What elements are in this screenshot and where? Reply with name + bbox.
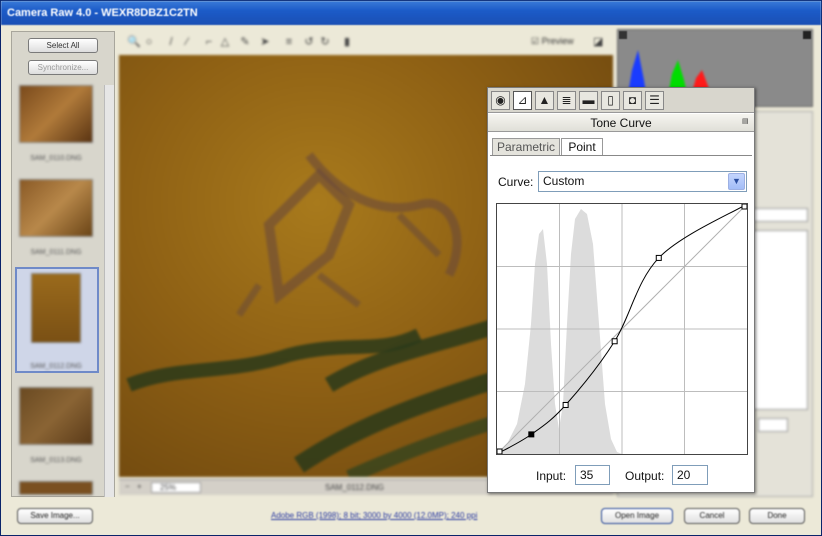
input-label: Input:	[536, 469, 567, 483]
color-sampler-icon[interactable]: ⁄	[181, 36, 193, 48]
thumbnail-label: SAM_0110.DNG	[30, 155, 82, 162]
thumbnail-image[interactable]	[19, 85, 93, 143]
thumbnail-label: SAM_0111.DNG	[30, 249, 82, 256]
output-field[interactable]: 20	[672, 465, 708, 485]
shadow-clipping-icon[interactable]	[619, 31, 627, 39]
preview-checkbox[interactable]: ☑ Preview	[531, 36, 574, 47]
camera-calibration-icon[interactable]: ◘	[623, 91, 642, 110]
lens-correction-icon[interactable]: ▯	[601, 91, 620, 110]
zoom-tool-icon[interactable]: 🔍	[127, 36, 141, 48]
hsl-icon[interactable]: ≣	[557, 91, 576, 110]
presets-icon[interactable]: ☰	[645, 91, 664, 110]
curve-point[interactable]	[655, 254, 662, 261]
thumbnail-image[interactable]	[19, 179, 93, 237]
done-button[interactable]: Done	[749, 508, 805, 524]
window-title: Camera Raw 4.0 - WEXR8DBZ1C2TN	[1, 1, 821, 25]
crop-tool-icon[interactable]: ⌐	[203, 36, 215, 48]
curve-point[interactable]	[496, 448, 503, 455]
hand-tool-icon[interactable]: ○	[143, 36, 155, 48]
zoom-out-icon[interactable]: −	[125, 482, 130, 491]
tab-point[interactable]: Point	[561, 138, 603, 156]
straighten-tool-icon[interactable]: △	[219, 36, 231, 48]
curve-point[interactable]	[741, 203, 748, 210]
tone-curve-icon[interactable]: ⊿	[513, 91, 532, 110]
camera-raw-window: Camera Raw 4.0 - WEXR8DBZ1C2TN Select Al…	[0, 0, 822, 536]
tab-divider	[490, 155, 752, 156]
thumbnail-label: SAM_0112.DNG	[30, 363, 82, 370]
panel-title: Tone Curve	[488, 114, 754, 132]
curve-point[interactable]	[562, 401, 569, 408]
thumbnail-image[interactable]	[19, 387, 93, 445]
tone-curve-graph[interactable]	[496, 203, 748, 455]
panel-menu-icon[interactable]: ▤	[742, 118, 750, 126]
tone-curve-svg[interactable]	[496, 203, 748, 455]
curve-label: Curve:	[498, 175, 534, 189]
zoom-in-icon[interactable]: +	[137, 482, 142, 491]
curve-select-value: Custom	[543, 174, 585, 188]
thumbnail-label: SAM_0113.DNG	[30, 457, 82, 464]
split-toning-icon[interactable]: ▬	[579, 91, 598, 110]
output-label: Output:	[625, 469, 665, 483]
select-all-button[interactable]: Select All	[28, 38, 98, 53]
detail-icon[interactable]: ▲	[535, 91, 554, 110]
basic-icon[interactable]: ◉	[491, 91, 510, 110]
panel-tab-bar: ◉ ⊿ ▲ ≣ ▬ ▯ ◘ ☰	[488, 88, 754, 113]
open-image-button[interactable]: Open Image	[601, 508, 673, 524]
trash-icon[interactable]: ▮	[341, 36, 353, 48]
white-balance-tool-icon[interactable]: /	[165, 36, 177, 48]
zoom-select[interactable]: 25%	[151, 482, 201, 493]
fullscreen-icon[interactable]: ◪	[593, 35, 603, 48]
rotate-right-icon[interactable]: ↻	[319, 36, 331, 48]
cancel-button[interactable]: Cancel	[684, 508, 740, 524]
tone-curve-panel: ◉ ⊿ ▲ ≣ ▬ ▯ ◘ ☰ Tone Curve ▤ Parametric …	[487, 87, 755, 493]
input-field[interactable]: 35	[575, 465, 610, 485]
tab-parametric[interactable]: Parametric	[492, 138, 560, 156]
thumbnail-image[interactable]	[19, 481, 93, 495]
chevron-down-icon[interactable]: ▼	[728, 173, 745, 190]
curve-point[interactable]	[528, 431, 535, 438]
preview-label: Preview	[541, 36, 574, 46]
synchronize-button[interactable]: Synchronize...	[28, 60, 98, 75]
save-image-button[interactable]: Save Image...	[17, 508, 93, 524]
preferences-icon[interactable]: ≡	[283, 36, 295, 48]
retouch-tool-icon[interactable]: ✎	[239, 36, 251, 48]
curve-select[interactable]: Custom ▼	[538, 171, 747, 192]
status-filename: SAM_0112.DNG	[325, 483, 384, 492]
workflow-options-link[interactable]: Adobe RGB (1998); 8 bit; 3000 by 4000 (1…	[271, 511, 477, 520]
highlight-clipping-icon[interactable]	[803, 31, 811, 39]
rotate-left-icon[interactable]: ↺	[303, 36, 315, 48]
curve-point[interactable]	[611, 338, 618, 345]
thumbnail-image[interactable]	[31, 273, 81, 343]
red-eye-tool-icon[interactable]: ➤	[259, 36, 271, 48]
filmstrip-scrollbar[interactable]	[104, 85, 114, 497]
panel-field[interactable]	[758, 418, 788, 432]
